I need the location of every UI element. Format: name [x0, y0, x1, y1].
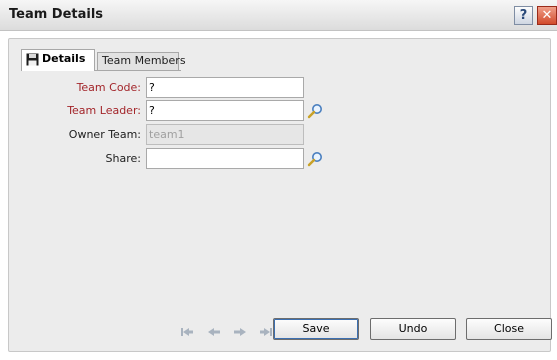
tab-details[interactable]: Details: [21, 49, 95, 71]
window-title: Team Details: [9, 7, 104, 22]
tab-team-members[interactable]: Team Members: [97, 52, 186, 70]
share-label: Share:: [105, 152, 141, 165]
share-field[interactable]: [146, 148, 304, 169]
previous-record-icon[interactable]: [206, 325, 222, 339]
tab-team-members-label: Team Members: [102, 54, 186, 67]
title-bar: Team Details ? ✕: [0, 0, 557, 31]
help-button[interactable]: ?: [514, 6, 533, 25]
window-close-button[interactable]: ✕: [537, 6, 557, 25]
last-record-icon[interactable]: [258, 325, 274, 339]
team-code-field[interactable]: [146, 77, 304, 98]
floppy-disk-icon: [26, 53, 39, 65]
close-button[interactable]: Close: [466, 318, 552, 340]
details-panel: Details Team Members Team Code: Team Lea…: [8, 38, 552, 352]
team-leader-label: Team Leader:: [67, 104, 141, 117]
first-record-icon[interactable]: [179, 325, 195, 339]
share-lookup-icon[interactable]: [307, 151, 323, 167]
save-button[interactable]: Save: [273, 318, 359, 340]
team-leader-lookup-icon[interactable]: [307, 103, 323, 119]
tab-details-label: Details: [42, 52, 86, 65]
owner-team-label: Owner Team:: [68, 128, 141, 141]
undo-button[interactable]: Undo: [370, 318, 456, 340]
team-code-label: Team Code:: [76, 81, 141, 94]
team-leader-field[interactable]: [146, 100, 304, 121]
owner-team-field: [146, 124, 304, 145]
next-record-icon[interactable]: [232, 325, 248, 339]
team-details-window: Team Details ? ✕ Details Team Members Te…: [0, 0, 557, 360]
